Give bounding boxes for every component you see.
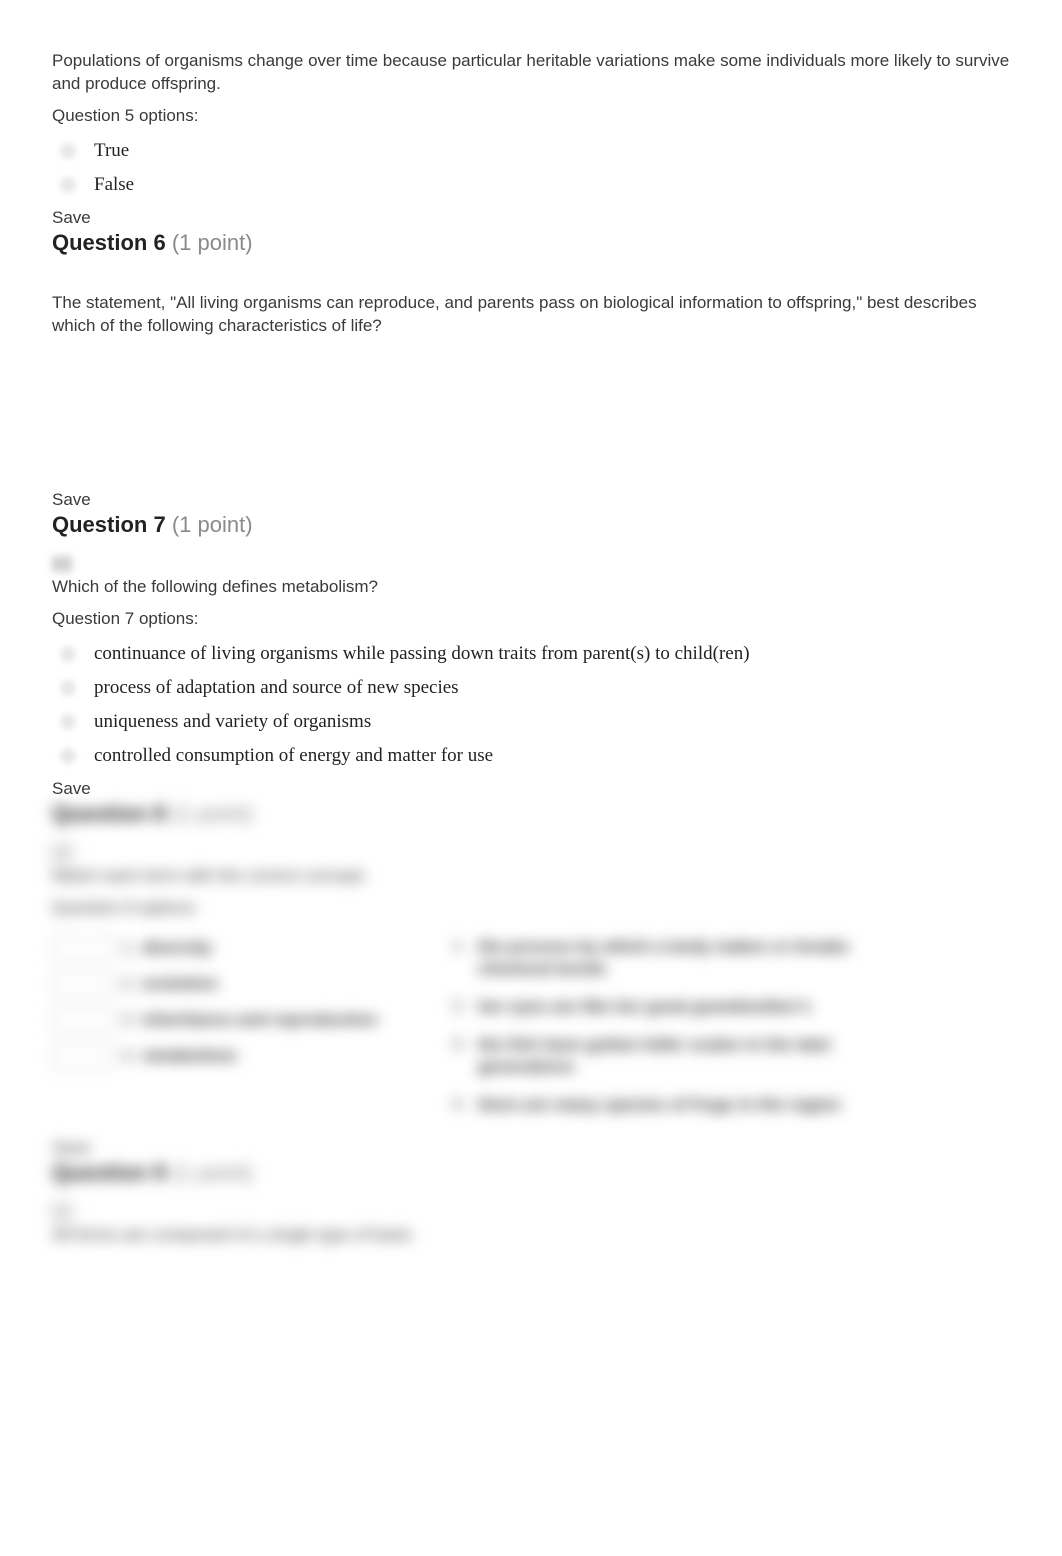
q5-option-true-row[interactable]: True (52, 140, 1010, 162)
q6-label: Question 6 (52, 230, 166, 255)
radio-icon[interactable] (60, 646, 76, 662)
match-def: her eyes are like her great grandmother'… (478, 996, 811, 1018)
q7-options-label: Question 7 options: (52, 609, 1010, 629)
radio-icon[interactable] (60, 143, 76, 159)
match-term: inheritance and reproduction (142, 1010, 377, 1030)
match-def-row: 4. there are many species of frogs in th… (452, 1094, 872, 1116)
match-def-num: 4. (452, 1094, 470, 1116)
q5-option-false-row[interactable]: False (52, 174, 1010, 196)
q8-options-label: Question 8 options: (52, 898, 1010, 918)
match-def-row: 1. the process by which a body makes or … (452, 936, 872, 980)
q7-option-a: continuance of living organisms while pa… (94, 643, 750, 665)
q7-option-c: uniqueness and variety of organisms (94, 711, 371, 733)
q8-label: Question 8 (52, 801, 166, 826)
q6-prompt: The statement, "All living organisms can… (52, 292, 1010, 338)
q8-points: (1 point) (172, 801, 253, 826)
q7-option-b: process of adaptation and source of new … (94, 677, 459, 699)
match-term-num: 3. (122, 1010, 136, 1030)
q9-label: Question 9 (52, 1160, 166, 1185)
blurred-preview-region: Question 8 (1 point) Match each term wit… (52, 801, 1010, 1247)
match-select[interactable] (52, 1044, 114, 1068)
match-term-num: 1. (122, 938, 136, 958)
status-badge (52, 556, 72, 572)
match-term: diversity (142, 938, 212, 958)
match-term-num: 4. (122, 1046, 136, 1066)
q5-options-label: Question 5 options: (52, 106, 1010, 126)
match-term-num: 2. (122, 974, 136, 994)
q7-option-a-row[interactable]: continuance of living organisms while pa… (52, 643, 1010, 665)
q6-points: (1 point) (172, 230, 253, 255)
match-row: 4. metabolism (52, 1044, 412, 1068)
match-row: 2. evolution (52, 972, 412, 996)
q9-points: (1 point) (172, 1160, 253, 1185)
match-def: the process by which a body makes or bre… (478, 936, 872, 980)
match-select[interactable] (52, 1008, 114, 1032)
match-term: evolution (142, 974, 218, 994)
q6-header: Question 6 (1 point) (52, 230, 1010, 256)
q7-option-c-row[interactable]: uniqueness and variety of organisms (52, 711, 1010, 733)
match-def-row: 2. her eyes are like her great grandmoth… (452, 996, 872, 1018)
match-select[interactable] (52, 972, 114, 996)
q7-header: Question 7 (1 point) (52, 512, 1010, 538)
radio-icon[interactable] (60, 177, 76, 193)
match-select[interactable] (52, 936, 114, 960)
q8-match-container: 1. diversity 2. evolution 3. inheritance… (52, 936, 1010, 1133)
q7-points: (1 point) (172, 512, 253, 537)
match-def: the fish have gotten fuller scales in th… (478, 1034, 872, 1078)
q5-option-false: False (94, 174, 134, 196)
q6-save-button[interactable]: Save (52, 490, 1010, 510)
q9-prompt: All forms are composed of a single type … (52, 1224, 1010, 1247)
match-term: metabolism (142, 1046, 236, 1066)
q9-header: Question 9 (1 point) (52, 1160, 1010, 1186)
radio-icon[interactable] (60, 748, 76, 764)
q7-label: Question 7 (52, 512, 166, 537)
q8-match-terms: 1. diversity 2. evolution 3. inheritance… (52, 936, 412, 1133)
q5-save-button[interactable]: Save (52, 208, 1010, 228)
match-row: 3. inheritance and reproduction (52, 1008, 412, 1032)
q7-prompt: Which of the following defines metabolis… (52, 576, 1010, 599)
match-def-num: 1. (452, 936, 470, 980)
q7-option-d-row[interactable]: controlled consumption of energy and mat… (52, 745, 1010, 767)
match-def-row: 3. the fish have gotten fuller scales in… (452, 1034, 872, 1078)
status-badge (52, 1204, 72, 1220)
q7-option-b-row[interactable]: process of adaptation and source of new … (52, 677, 1010, 699)
q8-header: Question 8 (1 point) (52, 801, 1010, 827)
q5-option-true: True (94, 140, 129, 162)
radio-icon[interactable] (60, 714, 76, 730)
match-def: there are many species of frogs in the r… (478, 1094, 841, 1116)
q5-prompt: Populations of organisms change over tim… (52, 50, 1010, 96)
q8-save-button[interactable]: Save (52, 1138, 1010, 1158)
radio-icon[interactable] (60, 680, 76, 696)
match-def-num: 3. (452, 1034, 470, 1078)
match-def-num: 2. (452, 996, 470, 1018)
q8-prompt: Match each term with the correct concept… (52, 865, 1010, 888)
q7-save-button[interactable]: Save (52, 779, 1010, 799)
status-badge (52, 845, 72, 861)
q7-option-d: controlled consumption of energy and mat… (94, 745, 493, 767)
q8-match-defs: 1. the process by which a body makes or … (452, 936, 872, 1133)
match-row: 1. diversity (52, 936, 412, 960)
